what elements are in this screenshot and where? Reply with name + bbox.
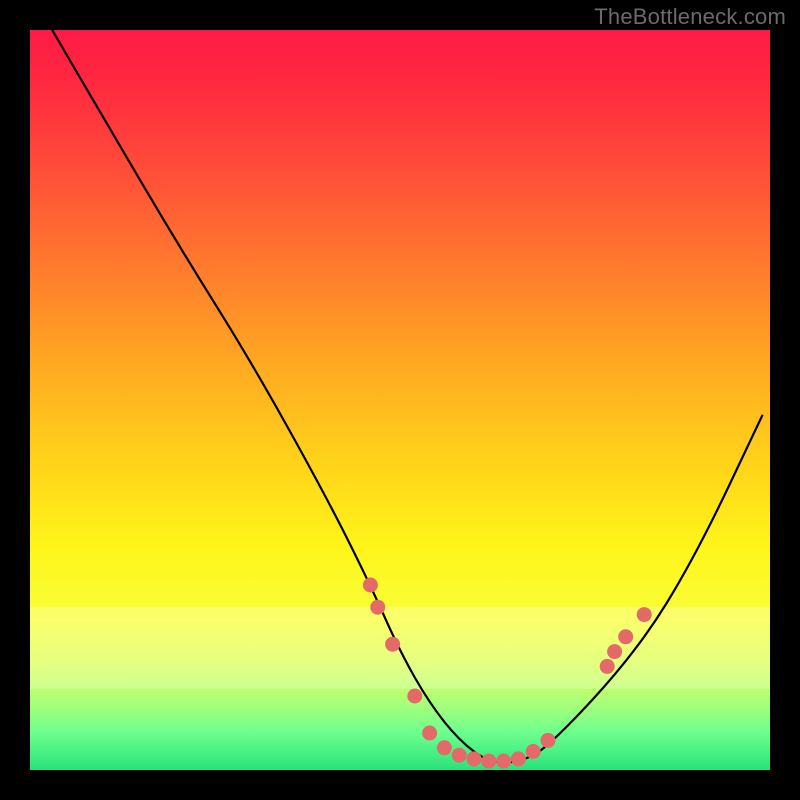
- data-dot: [370, 600, 385, 615]
- data-dot: [511, 751, 526, 766]
- chart-svg: [30, 30, 770, 770]
- data-dot: [526, 744, 541, 759]
- data-dot: [496, 754, 511, 769]
- plot-area: [30, 30, 770, 770]
- data-dot: [467, 751, 482, 766]
- data-dot: [541, 733, 556, 748]
- watermark: TheBottleneck.com: [594, 4, 786, 30]
- data-dot: [607, 644, 622, 659]
- data-dot: [600, 659, 615, 674]
- data-dot: [618, 629, 633, 644]
- data-dot: [481, 754, 496, 769]
- bottleneck-curve: [52, 30, 762, 763]
- data-dot: [407, 689, 422, 704]
- data-dot: [637, 607, 652, 622]
- outer-frame: TheBottleneck.com: [0, 0, 800, 800]
- data-dot: [437, 740, 452, 755]
- data-dot: [422, 726, 437, 741]
- data-dots: [363, 578, 652, 769]
- data-dot: [363, 578, 378, 593]
- data-dot: [385, 637, 400, 652]
- data-dot: [452, 748, 467, 763]
